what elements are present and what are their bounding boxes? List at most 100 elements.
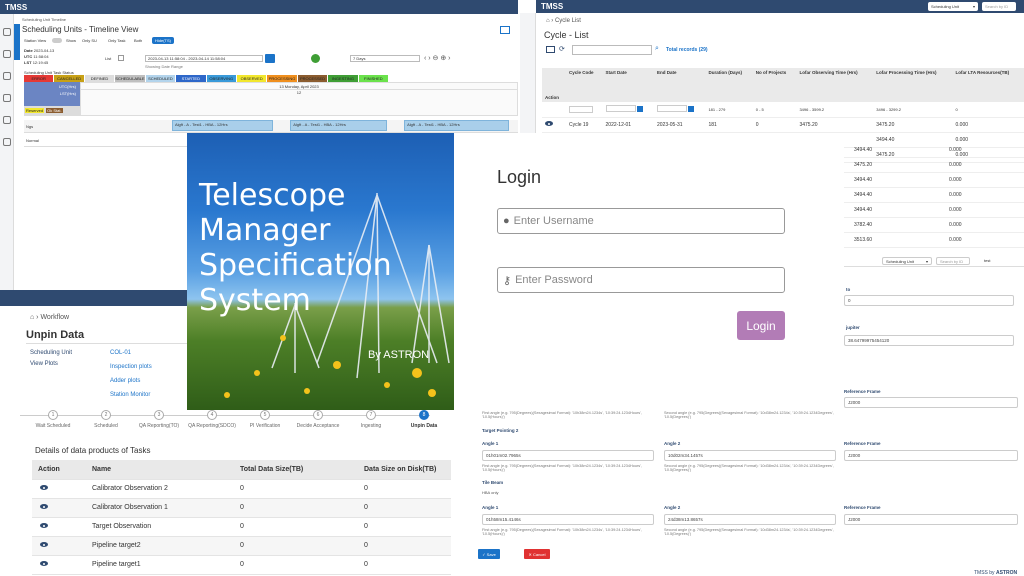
- timeline-side-tab[interactable]: [14, 24, 20, 60]
- user-label[interactable]: test: [984, 258, 990, 263]
- download-icon[interactable]: [311, 54, 320, 63]
- search-input[interactable]: Search by ID: [982, 2, 1016, 11]
- tb-angle2-input[interactable]: 24d38m13.8657s: [664, 514, 836, 525]
- eye-icon[interactable]: [40, 485, 48, 490]
- calendar-button[interactable]: [265, 54, 275, 63]
- hide-ts-tag[interactable]: Hide(TS): [152, 37, 175, 44]
- step-circle[interactable]: 5: [260, 410, 270, 420]
- reference-frame-select-1[interactable]: J2000: [844, 397, 1018, 408]
- tb-angle1-input[interactable]: 01h58m15.4146s: [482, 514, 654, 525]
- table-row[interactable]: 03782.400.000: [826, 218, 1024, 233]
- observing-range[interactable]: 3496 - 3599.2: [796, 102, 874, 118]
- col-projects[interactable]: No of Projects: [752, 68, 797, 102]
- col-disk-size[interactable]: Data Size on Disk(TB): [358, 460, 451, 480]
- columns-icon[interactable]: [546, 46, 555, 53]
- table-row[interactable]: 03494.400.000: [826, 203, 1024, 218]
- step-circle[interactable]: 1: [48, 410, 58, 420]
- table-row[interactable]: 03513.600.000: [826, 233, 1024, 248]
- target-icon[interactable]: [2, 72, 11, 80]
- view-action[interactable]: [32, 536, 86, 556]
- duration-range[interactable]: 181 - 279: [705, 102, 753, 118]
- table-row[interactable]: Pipeline target2 0 0: [32, 536, 451, 556]
- home-icon[interactable]: ⌂ ›: [30, 314, 40, 321]
- global-search-input[interactable]: [572, 45, 652, 55]
- refresh-icon[interactable]: [2, 50, 11, 58]
- scheduling-unit-select[interactable]: Scheduling Unit ▾: [882, 257, 932, 265]
- table-row[interactable]: 03475.200.000: [826, 158, 1024, 173]
- date-range-input[interactable]: 2023-04-13 11:58:04 - 2023-04-14 11:58:0…: [145, 55, 263, 62]
- su-block[interactable]: Algft - A - Test1 - HBA - 12Hrs: [404, 120, 510, 131]
- timeline-breadcrumb[interactable]: Scheduling Unit Timeline: [22, 17, 66, 22]
- step-circle[interactable]: 7: [366, 410, 376, 420]
- home-icon[interactable]: [2, 28, 11, 36]
- table-row[interactable]: 03494.400.000: [826, 188, 1024, 203]
- col-end-date[interactable]: End Date: [653, 68, 706, 102]
- scheduling-unit-select[interactable]: Scheduling Unit ▾: [928, 2, 978, 11]
- calendar-icon[interactable]: [2, 94, 11, 102]
- unpin-breadcrumb[interactable]: ⌂ › Workflow: [30, 314, 69, 321]
- filter-cell[interactable]: [566, 102, 603, 118]
- reference-frame-select-2[interactable]: J2000: [844, 450, 1018, 461]
- eye-icon[interactable]: [545, 121, 553, 126]
- home-icon[interactable]: ⌂ ›: [546, 18, 555, 24]
- save-button[interactable]: ✓ Save: [478, 549, 500, 559]
- view-action[interactable]: [32, 479, 86, 499]
- col-total-size[interactable]: Total Data Size(TB): [234, 460, 358, 480]
- table-row[interactable]: 03494.400.000: [826, 143, 1024, 158]
- table-row[interactable]: Calibrator Observation 100: [32, 498, 451, 518]
- station-monitor-link[interactable]: Station Monitor: [110, 392, 150, 398]
- breadcrumb-label[interactable]: Workflow: [40, 314, 69, 321]
- tp-angle2-input[interactable]: 10d02m34.1457s: [664, 450, 836, 461]
- col-name[interactable]: Name: [86, 460, 234, 480]
- login-button[interactable]: Login: [737, 311, 785, 340]
- jupiter-input[interactable]: 38.64799975454120: [844, 335, 1014, 346]
- filter-cell[interactable]: [653, 102, 706, 118]
- view-action[interactable]: [32, 517, 86, 537]
- step-circle[interactable]: 3: [154, 410, 164, 420]
- processing-range[interactable]: 3496 - 3299.2: [873, 102, 953, 118]
- su-block[interactable]: Algft - A - Test1 - HBA - 12Hrs: [290, 120, 387, 131]
- table-row[interactable]: Calibrator Observation 200: [32, 479, 451, 499]
- both-radio[interactable]: Both: [134, 38, 142, 43]
- station-view-toggle[interactable]: [52, 38, 62, 43]
- col-lta[interactable]: Lofar LTA Resources(TB): [952, 68, 1024, 102]
- inspection-plots-link[interactable]: Inspection plots: [110, 364, 152, 370]
- to-input[interactable]: 0: [844, 295, 1014, 306]
- reset-icon[interactable]: ⟳: [559, 45, 565, 53]
- list-checkbox[interactable]: [118, 55, 124, 61]
- search-icon[interactable]: ⌕: [655, 45, 659, 53]
- timeline-nav-icons[interactable]: ‹ › ⊖ ⊕ ›: [424, 54, 451, 62]
- eye-icon[interactable]: [40, 523, 48, 528]
- col-duration[interactable]: Duration (Days): [705, 68, 753, 102]
- su-link[interactable]: COL-01: [110, 350, 131, 356]
- tp-angle1-input[interactable]: 01h01m02.7965s: [482, 450, 654, 461]
- range-select[interactable]: 7 Days: [350, 55, 420, 62]
- eye-icon[interactable]: [40, 561, 48, 566]
- table-row[interactable]: Pipeline target1 0 0: [32, 555, 451, 575]
- password-input[interactable]: ⚷ Enter Password: [497, 267, 785, 293]
- eye-icon[interactable]: [40, 542, 48, 547]
- step-circle[interactable]: 2: [101, 410, 111, 420]
- cycle-breadcrumb[interactable]: ⌂ › Cycle List: [546, 18, 581, 24]
- filter-cell[interactable]: [602, 102, 654, 118]
- table-row[interactable]: Cycle 19 2022-12-01 2023-05-31 181 0 3475.20 3…: [542, 117, 1024, 133]
- table-row[interactable]: Target Observation 0 0: [32, 517, 451, 537]
- username-input[interactable]: ● Enter Username: [497, 208, 785, 234]
- reference-frame-select-3[interactable]: J2000: [844, 514, 1018, 525]
- list-icon[interactable]: [2, 116, 11, 124]
- col-start-date[interactable]: Start Date: [602, 68, 654, 102]
- step-circle[interactable]: 6: [313, 410, 323, 420]
- breadcrumb-label[interactable]: Cycle List: [555, 18, 581, 24]
- search-input[interactable]: Search by ID: [936, 257, 970, 265]
- su-block[interactable]: Algft - A - Test1 - HBA - 12Hrs: [171, 120, 273, 131]
- timer-icon[interactable]: [2, 138, 11, 146]
- grid-view-icon[interactable]: [500, 26, 510, 34]
- step-circle[interactable]: 8: [419, 410, 429, 420]
- col-observing[interactable]: Lofar Observing Time (Hrs): [796, 68, 874, 102]
- eye-icon[interactable]: [40, 504, 48, 509]
- step-circle[interactable]: 4: [207, 410, 217, 420]
- view-action[interactable]: [542, 117, 566, 133]
- table-row[interactable]: 03494.400.000: [826, 173, 1024, 188]
- adder-plots-link[interactable]: Adder plots: [110, 378, 140, 384]
- view-action[interactable]: [32, 498, 86, 518]
